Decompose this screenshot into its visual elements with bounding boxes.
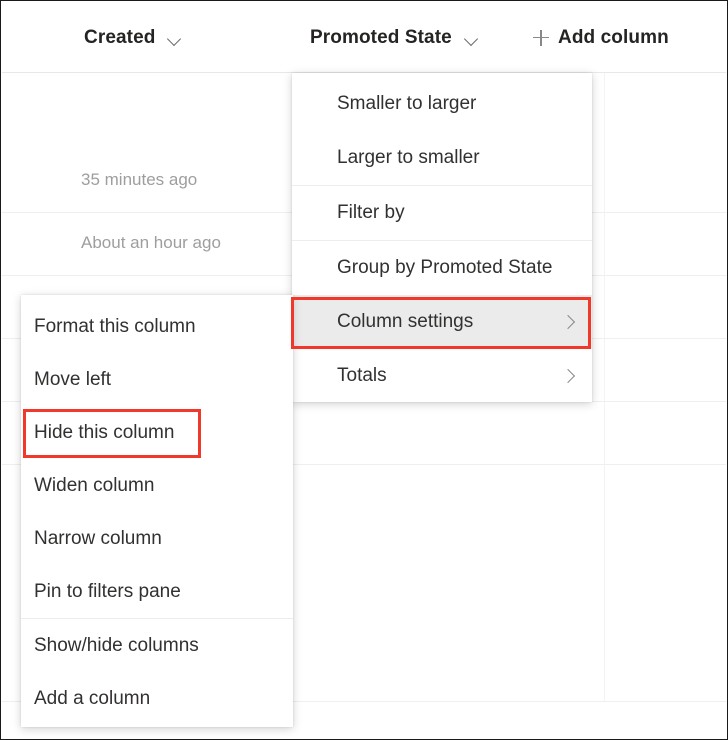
column-divider bbox=[604, 73, 605, 701]
menu-item-narrow-column[interactable]: Narrow column bbox=[21, 512, 293, 565]
menu-item-pin-to-filters-pane[interactable]: Pin to filters pane bbox=[21, 565, 293, 618]
created-column-menu: Format this column Move left Hide this c… bbox=[21, 295, 293, 727]
column-header-created-label: Created bbox=[84, 26, 156, 48]
chevron-down-icon[interactable] bbox=[167, 30, 184, 47]
cell-created-value: 35 minutes ago bbox=[81, 170, 198, 189]
menu-item-column-settings[interactable]: Column settings bbox=[292, 295, 592, 349]
menu-item-label: Larger to smaller bbox=[337, 147, 480, 168]
plus-icon bbox=[533, 29, 549, 46]
menu-item-label: Smaller to larger bbox=[337, 93, 477, 114]
menu-item-larger-to-smaller[interactable]: Larger to smaller bbox=[292, 131, 592, 185]
promoted-state-column-menu: Smaller to larger Larger to smaller Filt… bbox=[292, 73, 592, 402]
menu-item-show-hide-columns[interactable]: Show/hide columns bbox=[21, 619, 293, 672]
menu-item-label: Add a column bbox=[34, 687, 151, 709]
menu-item-label: Filter by bbox=[337, 202, 405, 223]
menu-item-filter-by[interactable]: Filter by bbox=[292, 186, 592, 240]
menu-item-move-left[interactable]: Move left bbox=[21, 353, 293, 406]
menu-item-group-by-promoted-state[interactable]: Group by Promoted State bbox=[292, 241, 592, 295]
menu-item-label: Format this column bbox=[34, 315, 196, 337]
column-header-promoted-state-label: Promoted State bbox=[310, 26, 452, 48]
add-column-label: Add column bbox=[558, 26, 669, 48]
menu-item-label: Widen column bbox=[34, 474, 155, 496]
sharepoint-list-view: 35 minutes ago About an hour ago Created… bbox=[0, 0, 728, 740]
menu-item-widen-column[interactable]: Widen column bbox=[21, 459, 293, 512]
column-header-promoted-state[interactable]: Promoted State bbox=[310, 2, 481, 73]
chevron-down-icon[interactable] bbox=[464, 30, 481, 47]
add-column-button[interactable]: Add column bbox=[533, 2, 669, 73]
menu-item-hide-this-column[interactable]: Hide this column bbox=[21, 406, 293, 459]
menu-item-label: Totals bbox=[337, 365, 387, 386]
menu-item-label: Column settings bbox=[337, 311, 474, 332]
chevron-right-icon bbox=[561, 315, 575, 329]
chevron-right-icon bbox=[561, 369, 575, 383]
menu-item-smaller-to-larger[interactable]: Smaller to larger bbox=[292, 77, 592, 131]
list-column-header-row: Created Promoted State Add column bbox=[2, 2, 726, 73]
menu-item-format-this-column[interactable]: Format this column bbox=[21, 300, 293, 353]
menu-item-label: Pin to filters pane bbox=[34, 580, 181, 602]
menu-item-label: Narrow column bbox=[34, 527, 162, 549]
cell-created-value: About an hour ago bbox=[81, 233, 221, 252]
menu-item-label: Show/hide columns bbox=[34, 634, 199, 656]
menu-item-label: Hide this column bbox=[34, 421, 175, 443]
column-header-created[interactable]: Created bbox=[84, 2, 184, 73]
menu-item-totals[interactable]: Totals bbox=[292, 349, 592, 403]
menu-item-label: Group by Promoted State bbox=[337, 257, 553, 278]
menu-item-label: Move left bbox=[34, 368, 112, 390]
menu-item-add-a-column[interactable]: Add a column bbox=[21, 672, 293, 725]
